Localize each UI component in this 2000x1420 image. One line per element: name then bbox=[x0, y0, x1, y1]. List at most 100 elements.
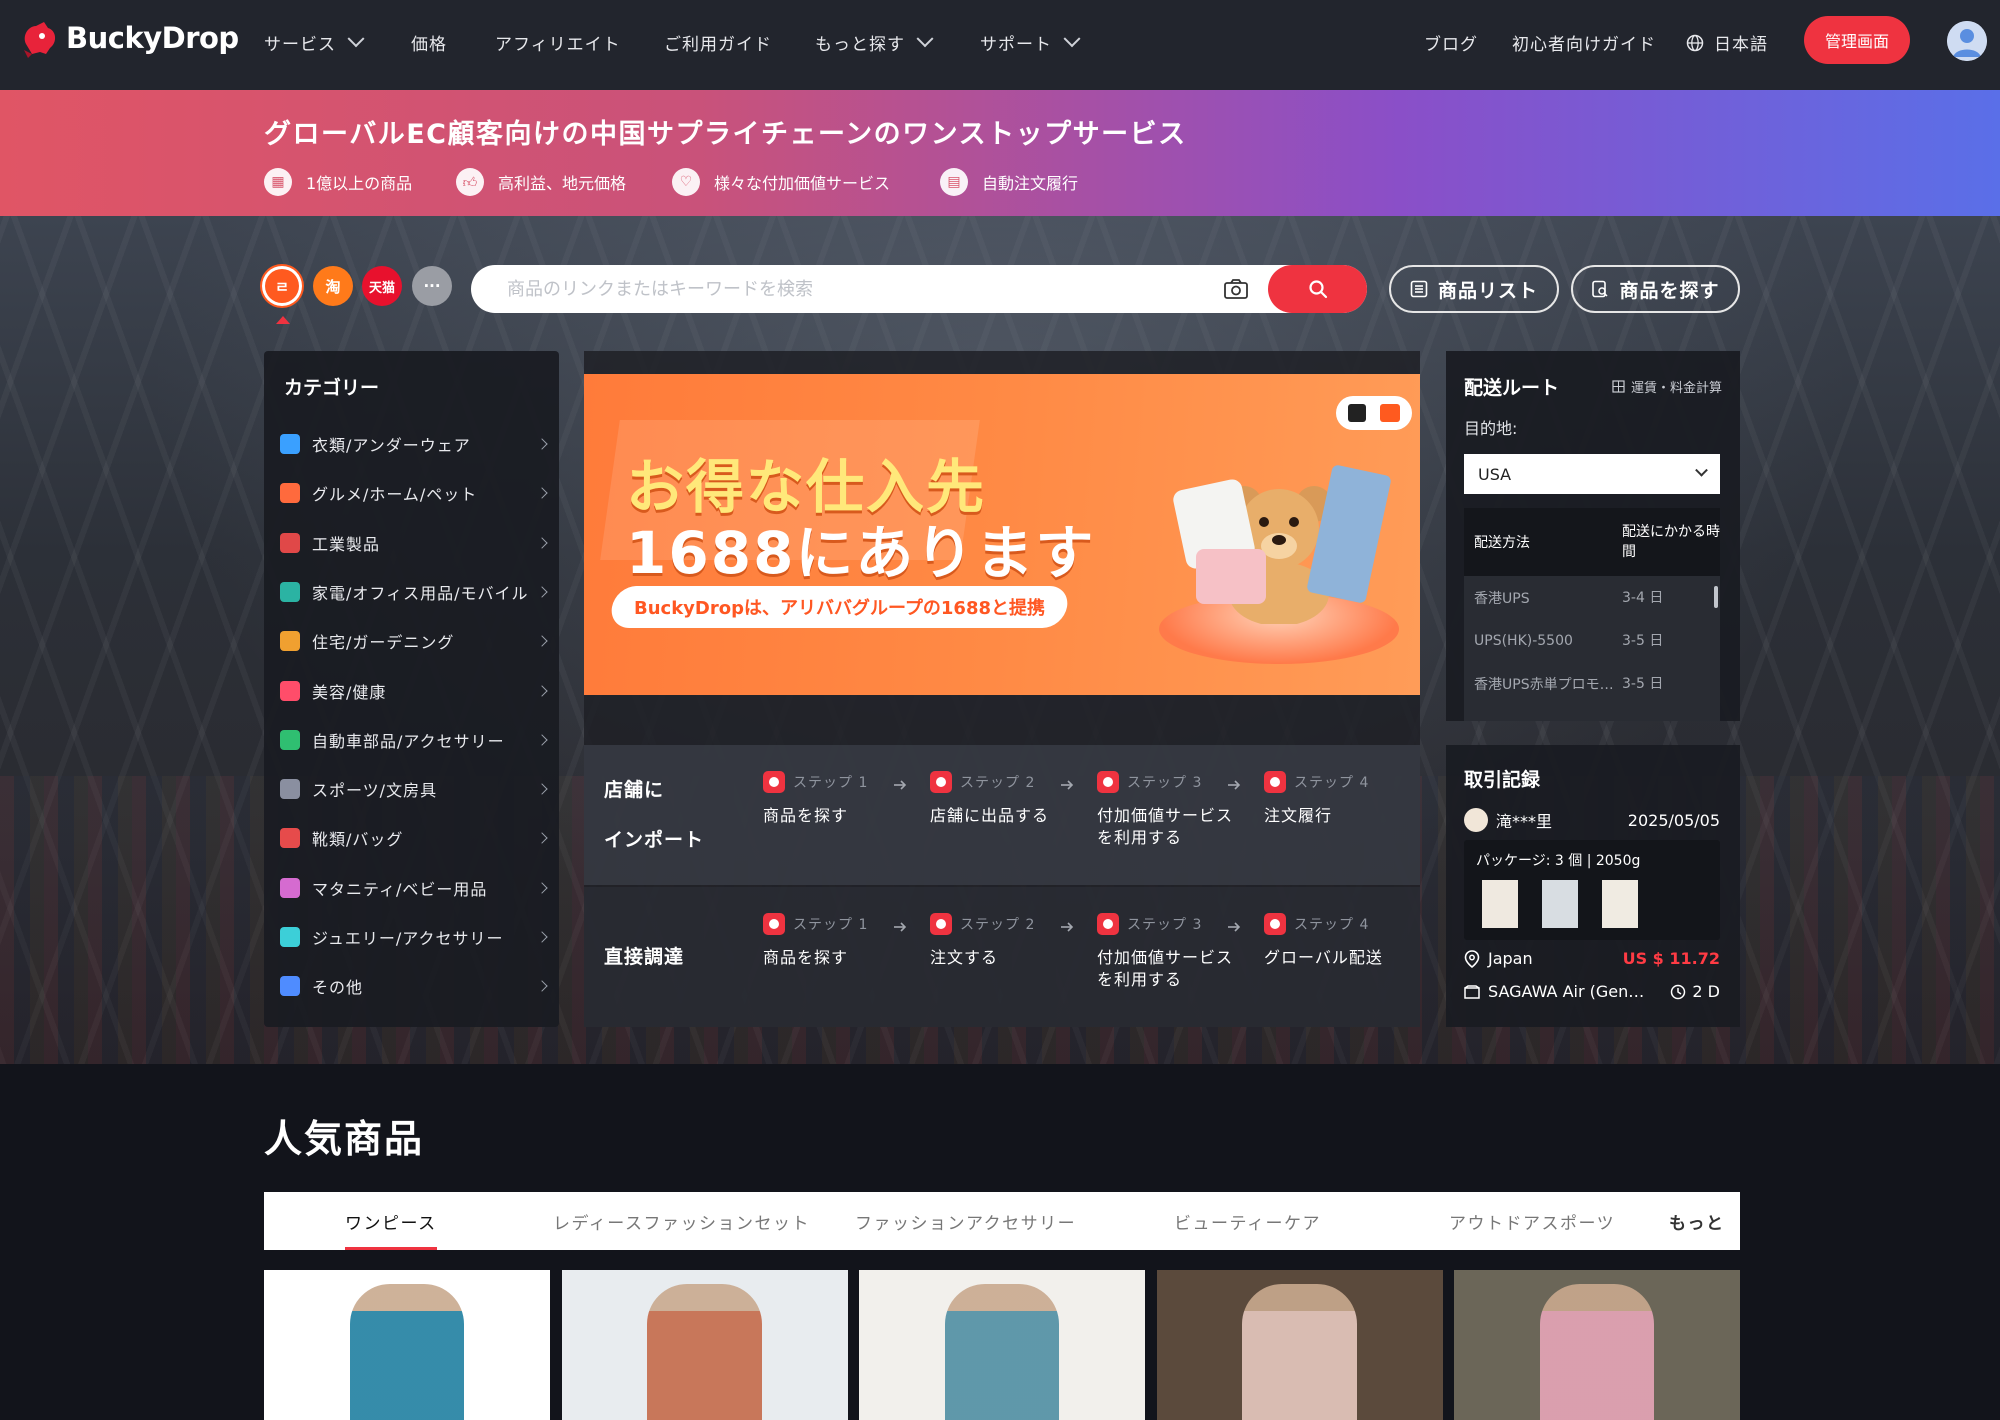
category-item[interactable]: マタニティ/ベビー用品 bbox=[280, 872, 548, 904]
destination-select[interactable]: USA bbox=[1464, 454, 1720, 494]
user-avatar[interactable] bbox=[1947, 21, 1987, 61]
product-card[interactable] bbox=[264, 1270, 550, 1420]
nav-affiliate[interactable]: アフィリエイト bbox=[495, 30, 621, 55]
category-item[interactable]: 靴類/バッグ bbox=[280, 822, 548, 854]
tab-ladies-sets[interactable]: レディースファッションセット bbox=[553, 1192, 810, 1250]
arrow-right-icon bbox=[1060, 919, 1074, 933]
language-label: 日本語 bbox=[1714, 35, 1768, 55]
nav-beginner-guide[interactable]: 初心者向けガイド bbox=[1512, 30, 1656, 55]
shipping-method: UPS(HK)-5500 bbox=[1474, 632, 1573, 649]
category-icon bbox=[280, 927, 300, 947]
nav-services[interactable]: サービス bbox=[264, 29, 365, 55]
nav-support[interactable]: サポート bbox=[980, 29, 1081, 55]
product-card[interactable] bbox=[561, 1270, 848, 1420]
find-products-button[interactable]: 商品を探す bbox=[1571, 265, 1740, 313]
category-item[interactable]: 美容/健康 bbox=[280, 675, 548, 707]
tab-beauty-care[interactable]: ビューティーケア bbox=[1174, 1192, 1321, 1250]
product-list-button[interactable]: 商品リスト bbox=[1389, 265, 1559, 313]
popular-category-tabs: ワンピース レディースファッションセット ファッションアクセサリー ビューティー… bbox=[264, 1192, 1740, 1250]
service-step[interactable]: ステップ 1 商品を探す bbox=[763, 771, 913, 827]
category-item[interactable]: ジュエリー/アクセサリー bbox=[280, 921, 548, 953]
step-icon-glyph bbox=[936, 777, 946, 787]
shipping-row[interactable]: 香港UPS赤単プロモーション 3-5 日 bbox=[1464, 662, 1720, 705]
camera-icon[interactable] bbox=[1223, 278, 1249, 300]
platform-taobao-tab[interactable]: 淘 bbox=[313, 266, 353, 306]
destination-country: Japan bbox=[1488, 949, 1533, 968]
search-input[interactable] bbox=[507, 265, 1247, 313]
arrow-right-icon bbox=[893, 777, 907, 791]
value-banner: グローバルEC顧客向けの中国サプライチェーンのワンストップサービス ▦ 1億以上… bbox=[0, 90, 2000, 216]
feature-label: 高利益、地元価格 bbox=[498, 174, 627, 193]
category-item[interactable]: その他 bbox=[280, 970, 548, 1002]
logo-mark-icon bbox=[24, 22, 56, 58]
brand-logo[interactable]: BuckyDrop bbox=[18, 14, 239, 62]
category-item[interactable]: 住宅/ガーデニング bbox=[280, 625, 548, 657]
truck-icon bbox=[1264, 913, 1286, 935]
platform-selected-indicator bbox=[276, 316, 290, 324]
category-item[interactable]: 工業製品 bbox=[280, 527, 548, 559]
category-item[interactable]: 家電/オフィス用品/モバイル bbox=[280, 576, 548, 608]
nav-pricing[interactable]: 価格 bbox=[411, 30, 447, 55]
tab-fashion-accessories[interactable]: ファッションアクセサリー bbox=[855, 1192, 1076, 1250]
store-import-row: 店舗に インポート ステップ 1 商品を探す ステップ 2 店舗に出品する ステップ 3… bbox=[584, 745, 1420, 885]
freight-calculator-label: 運賃・料金計算 bbox=[1630, 381, 1722, 396]
shipping-box-icon bbox=[1464, 984, 1480, 999]
nav-explore[interactable]: もっと探す bbox=[815, 29, 934, 55]
platform-more-tab[interactable]: ··· bbox=[412, 266, 452, 306]
product-card[interactable] bbox=[859, 1270, 1145, 1420]
nav-blog-label: ブログ bbox=[1424, 35, 1478, 55]
product-image bbox=[1242, 1284, 1357, 1420]
feature-item: ▤ 自動注文履行 bbox=[940, 168, 1078, 196]
nav-support-label: サポート bbox=[980, 35, 1052, 55]
direct-sourcing-title: 直接調達 bbox=[604, 946, 685, 968]
tab-more[interactable]: もっと bbox=[1669, 1192, 1725, 1250]
category-icon bbox=[280, 976, 300, 997]
service-step[interactable]: ステップ 3 付加価値サービスを利用する bbox=[1097, 913, 1247, 991]
service-step[interactable]: ステップ 4 グローバル配送 bbox=[1264, 913, 1414, 969]
category-item[interactable]: 衣類/アンダーウェア bbox=[280, 428, 548, 460]
category-label: グルメ/ホーム/ペット bbox=[312, 485, 478, 505]
product-card[interactable] bbox=[1156, 1270, 1443, 1420]
nav-guide[interactable]: ご利用ガイド bbox=[664, 30, 772, 55]
step-header: ステップ 3 bbox=[1097, 771, 1247, 793]
service-step[interactable]: ステップ 1 商品を探す bbox=[763, 913, 913, 969]
platform-1688-tab[interactable]: ㄹ bbox=[262, 266, 302, 306]
nav-guide-label: ご利用ガイド bbox=[664, 35, 772, 55]
promo-banner[interactable]: お得な仕入先 1688にあります BuckyDropは、アリババグループの168… bbox=[584, 374, 1420, 695]
nav-blog[interactable]: ブログ bbox=[1424, 30, 1478, 55]
step-icon-glyph bbox=[1270, 919, 1280, 929]
shipping-table-scrollbar[interactable] bbox=[1714, 586, 1718, 608]
service-step[interactable]: ステップ 4 注文履行 bbox=[1264, 771, 1414, 827]
nav-explore-label: もっと探す bbox=[815, 35, 905, 55]
admin-button[interactable]: 管理画面 bbox=[1804, 16, 1910, 64]
search-button[interactable] bbox=[1268, 265, 1367, 313]
step-icon-glyph bbox=[1270, 777, 1280, 787]
category-item[interactable]: グルメ/ホーム/ペット bbox=[280, 477, 548, 509]
bucky-badge-icon bbox=[1348, 404, 1366, 422]
language-selector[interactable]: 日本語 bbox=[1686, 30, 1768, 55]
service-step[interactable]: ステップ 2 注文する bbox=[930, 913, 1080, 969]
step-number: ステップ 1 bbox=[793, 775, 869, 791]
category-label: その他 bbox=[312, 978, 364, 998]
platform-tmall-tab[interactable]: 天猫 bbox=[362, 266, 402, 306]
category-item[interactable]: スポーツ/文房具 bbox=[280, 773, 548, 805]
step-icon-glyph bbox=[769, 777, 779, 787]
chevron-right-icon bbox=[536, 734, 548, 746]
feature-item: ▦ 1億以上の商品 bbox=[264, 168, 412, 196]
freight-calculator-link[interactable]: 運賃・料金計算 bbox=[1612, 377, 1722, 396]
feature-label: 自動注文履行 bbox=[982, 174, 1079, 193]
tab-one-piece[interactable]: ワンピース bbox=[345, 1192, 437, 1250]
nav-beginner-guide-label: 初心者向けガイド bbox=[1512, 35, 1656, 55]
step-header: ステップ 1 bbox=[763, 771, 913, 793]
step-number: ステップ 3 bbox=[1127, 775, 1203, 791]
tab-outdoor-sports[interactable]: アウトドアスポーツ bbox=[1449, 1192, 1615, 1250]
destination-label: 目的地: bbox=[1464, 419, 1518, 438]
shipping-row[interactable]: UPS(HK)-5500 3-5 日 bbox=[1464, 619, 1720, 662]
service-step[interactable]: ステップ 2 店舗に出品する bbox=[930, 771, 1080, 827]
shipping-row[interactable]: 香港UPS 3-4 日 bbox=[1464, 576, 1720, 619]
category-label: 美容/健康 bbox=[312, 682, 387, 702]
product-card[interactable] bbox=[1454, 1270, 1740, 1420]
service-step[interactable]: ステップ 3 付加価値サービスを利用する bbox=[1097, 771, 1247, 849]
step-icon-glyph bbox=[1103, 919, 1113, 929]
category-item[interactable]: 自動車部品/アクセサリー bbox=[280, 724, 548, 756]
